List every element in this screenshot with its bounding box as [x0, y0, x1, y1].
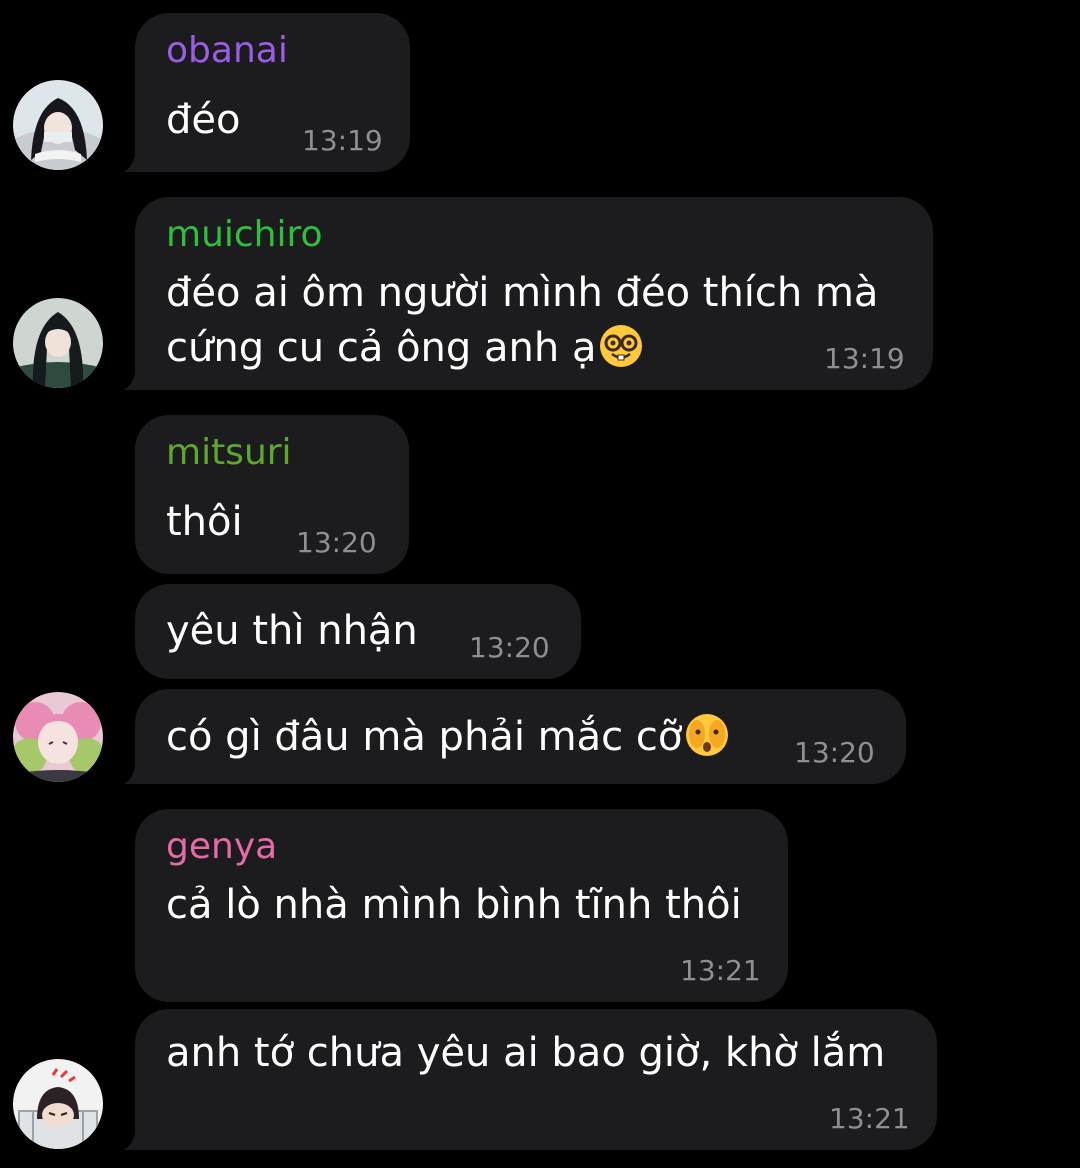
message-text: đéo — [166, 97, 241, 143]
face-with-peeking-eye-emoji — [686, 714, 729, 756]
avatar-obanai[interactable] — [13, 80, 103, 170]
message-bubble: anh tớ chưa yêu ai bao giờ, khờ lắm 13:2… — [135, 1009, 937, 1150]
message-text: cứng cu cả ông anh ạ — [166, 325, 597, 371]
avatar-muichiro[interactable] — [13, 298, 103, 388]
message-text: có gì đâu mà phải mắc cỡ — [166, 714, 683, 760]
bubble-tail — [124, 754, 150, 784]
sender-name: obanai — [166, 30, 288, 71]
bubble-tail — [124, 360, 150, 390]
sender-name: mitsuri — [166, 432, 292, 473]
message-bubble: obanai đéo 13:19 — [135, 13, 410, 172]
message-time: 13:19 — [824, 342, 905, 375]
message-time: 13:20 — [469, 631, 550, 664]
message-bubble: genya cả lò nhà mình bình tĩnh thôi 13:2… — [135, 809, 788, 1002]
avatar-genya[interactable] — [13, 1059, 103, 1149]
message-text-line: có gì đâu mà phải mắc cỡ — [166, 710, 730, 765]
message-bubble: muichiro đéo ai ôm người mình đéo thích … — [135, 197, 933, 390]
message-time: 13:21 — [829, 1102, 910, 1135]
message-text-line: cứng cu cả ông anh ạ — [166, 321, 644, 376]
message-bubble: có gì đâu mà phải mắc cỡ 13:20 — [135, 689, 906, 784]
message-time: 13:20 — [296, 526, 377, 559]
message-time: 13:19 — [302, 124, 383, 157]
message-text: yêu thì nhận — [166, 608, 418, 654]
sender-name: muichiro — [166, 214, 323, 255]
bubble-tail — [124, 142, 150, 172]
message-time: 13:21 — [680, 954, 761, 987]
message-time: 13:20 — [794, 736, 875, 769]
message-text: đéo ai ôm người mình đéo thích mà — [166, 270, 879, 316]
message-bubble: yêu thì nhận 13:20 — [135, 584, 581, 679]
message-text: anh tớ chưa yêu ai bao giờ, khờ lắm — [166, 1030, 886, 1076]
message-bubble: mitsuri thôi 13:20 — [135, 415, 409, 574]
sender-name: genya — [166, 826, 278, 867]
bubble-tail — [124, 1120, 150, 1150]
avatar-mitsuri[interactable] — [13, 692, 103, 782]
message-text: thôi — [166, 499, 243, 545]
nerd-face-emoji — [600, 325, 643, 367]
message-text: cả lò nhà mình bình tĩnh thôi — [166, 882, 742, 928]
